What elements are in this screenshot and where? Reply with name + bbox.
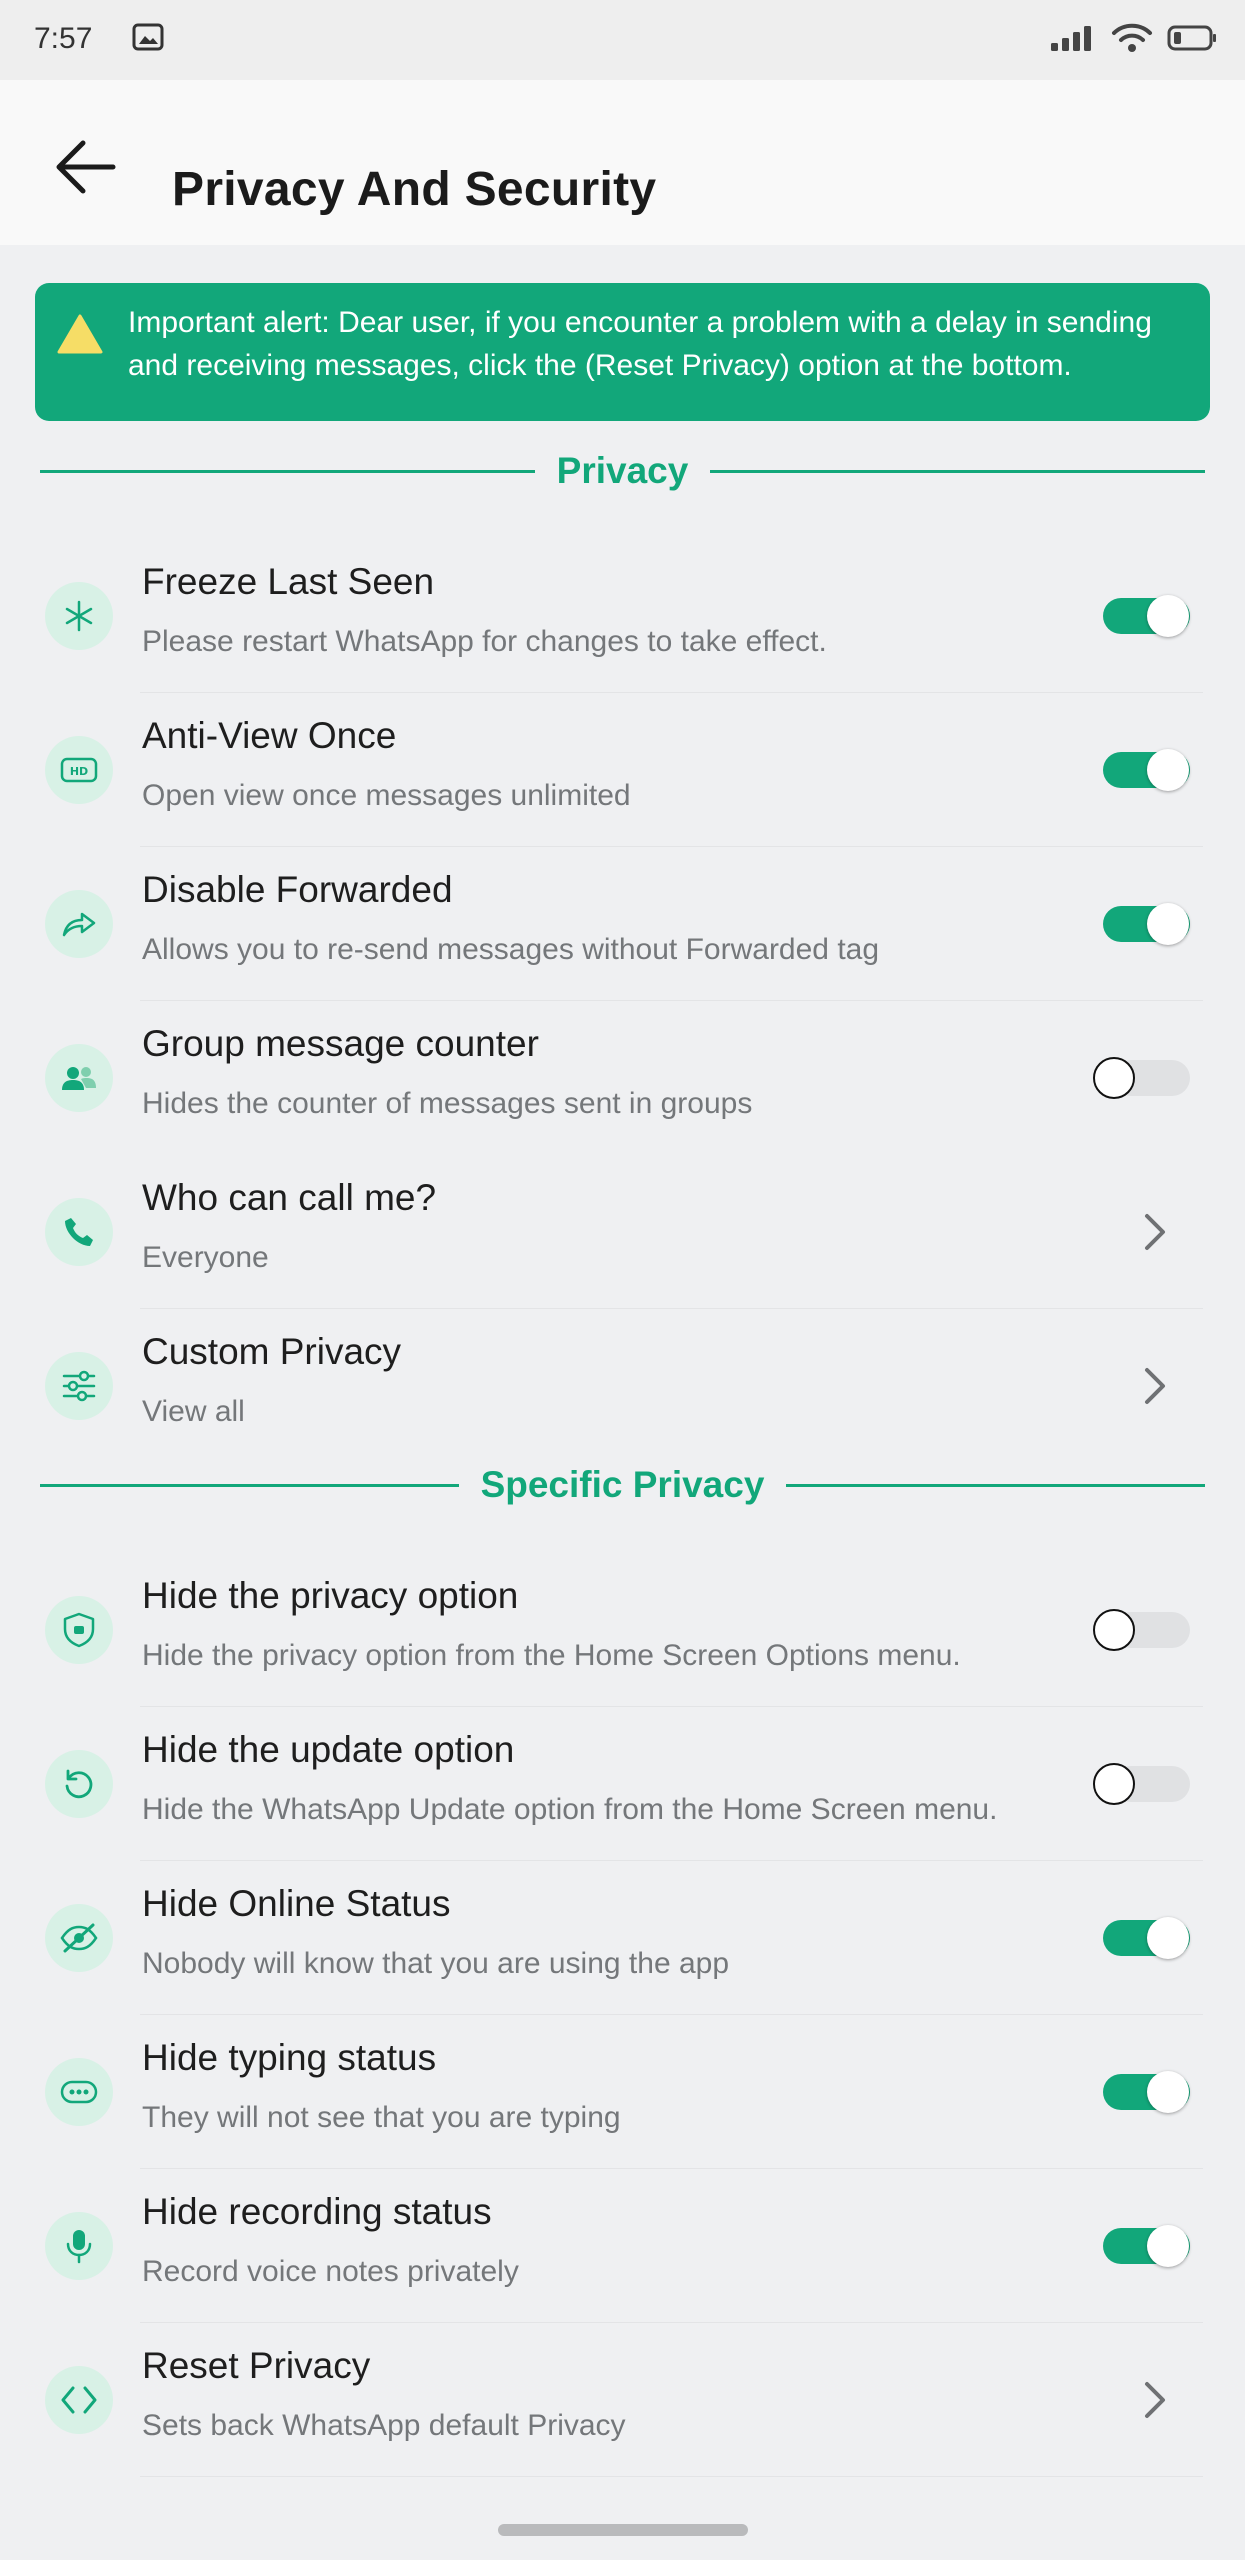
- setting-title: Hide recording status: [142, 2191, 492, 2232]
- setting-title: Who can call me?: [142, 1177, 437, 1218]
- setting-subtitle: They will not see that you are typing: [142, 2101, 621, 2134]
- back-button[interactable]: [50, 132, 120, 202]
- svg-text:HD: HD: [70, 765, 88, 778]
- image-notification-icon: [132, 23, 164, 51]
- setting-subtitle: Record voice notes privately: [142, 2255, 519, 2288]
- eye-off-icon: [60, 1923, 98, 1953]
- setting-title: Custom Privacy: [142, 1331, 402, 1372]
- app-bar: Privacy And Security: [0, 80, 1245, 245]
- setting-subtitle: Hide the privacy option from the Home Sc…: [142, 1639, 961, 1672]
- shield-icon: [63, 1612, 95, 1648]
- setting-subtitle: Please restart WhatsApp for changes to t…: [142, 625, 827, 658]
- hide-privacy-option-toggle[interactable]: [1093, 1609, 1190, 1651]
- setting-row-custom-privacy[interactable]: Custom Privacy View all: [0, 1309, 1245, 1463]
- section-header-privacy: Privacy: [40, 443, 1205, 499]
- setting-title: Hide the update option: [142, 1729, 515, 1770]
- setting-subtitle: Sets back WhatsApp default Privacy: [142, 2409, 626, 2442]
- important-alert-banner: Important alert: Dear user, if you encou…: [35, 283, 1210, 421]
- setting-title: Reset Privacy: [142, 2345, 371, 2386]
- setting-subtitle: Hide the WhatsApp Update option from the…: [142, 1793, 998, 1826]
- wifi-icon: [1112, 23, 1152, 52]
- hide-recording-status-toggle[interactable]: [1103, 2225, 1190, 2267]
- page-title: Privacy And Security: [172, 163, 657, 216]
- chevron-right-icon: [1145, 1214, 1165, 1250]
- section-header-specific-privacy: Specific Privacy: [40, 1457, 1205, 1513]
- status-bar: 7:57: [0, 0, 1245, 80]
- setting-title: Group message counter: [142, 1023, 539, 1064]
- code-brackets-icon: [61, 2386, 97, 2414]
- battery-icon: [1167, 25, 1216, 51]
- status-indicators: [1051, 18, 1217, 58]
- setting-row-freeze-last-seen[interactable]: Freeze Last Seen Please restart WhatsApp…: [0, 539, 1245, 693]
- typing-bubble-icon: [60, 2080, 98, 2104]
- setting-subtitle: Allows you to re-send messages without F…: [142, 933, 880, 966]
- setting-row-hide-privacy-option[interactable]: Hide the privacy option Hide the privacy…: [0, 1553, 1245, 1707]
- warning-icon: [57, 314, 103, 354]
- setting-row-anti-view-once[interactable]: HD Anti-View Once Open view once message…: [0, 693, 1245, 847]
- setting-row-hide-update-option[interactable]: Hide the update option Hide the WhatsApp…: [0, 1707, 1245, 1861]
- refresh-icon: [65, 1769, 93, 1799]
- microphone-icon: [66, 2230, 92, 2264]
- chevron-right-icon: [1145, 1368, 1165, 1404]
- setting-title: Freeze Last Seen: [142, 561, 435, 602]
- setting-subtitle: Everyone: [142, 1241, 269, 1274]
- setting-title: Hide Online Status: [142, 1883, 451, 1924]
- section-title-specific-privacy: Specific Privacy: [458, 1464, 787, 1505]
- group-icon: [62, 1067, 96, 1090]
- setting-title: Anti-View Once: [142, 715, 397, 756]
- setting-row-hide-typing-status[interactable]: Hide typing status They will not see tha…: [0, 2015, 1245, 2169]
- snowflake-icon: [65, 600, 93, 632]
- setting-title: Hide the privacy option: [142, 1575, 519, 1616]
- signal-icon: [1051, 26, 1091, 51]
- setting-row-who-can-call[interactable]: Who can call me? Everyone: [0, 1155, 1245, 1309]
- setting-row-reset-privacy[interactable]: Reset Privacy Sets back WhatsApp default…: [0, 2323, 1245, 2477]
- setting-row-hide-recording-status[interactable]: Hide recording status Record voice notes…: [0, 2169, 1245, 2323]
- chevron-right-icon: [1145, 2382, 1165, 2418]
- hide-typing-status-toggle[interactable]: [1103, 2071, 1190, 2113]
- setting-subtitle: Hides the counter of messages sent in gr…: [142, 1087, 753, 1120]
- home-indicator[interactable]: [498, 2524, 748, 2536]
- freeze-last-seen-toggle[interactable]: [1103, 595, 1190, 637]
- disable-forwarded-toggle[interactable]: [1103, 903, 1190, 945]
- hd-badge-icon: HD: [60, 757, 98, 783]
- alert-text: Important alert: Dear user, if you encou…: [128, 306, 1152, 382]
- setting-subtitle: Open view once messages unlimited: [142, 779, 631, 812]
- back-arrow-icon: [56, 140, 116, 194]
- hide-online-status-toggle[interactable]: [1103, 1917, 1190, 1959]
- phone-icon: [65, 1218, 93, 1246]
- status-time: 7:57: [34, 22, 93, 55]
- forward-arrow-icon: [62, 912, 96, 937]
- setting-subtitle: View all: [142, 1395, 245, 1428]
- group-message-counter-toggle[interactable]: [1093, 1057, 1190, 1099]
- setting-row-disable-forwarded[interactable]: Disable Forwarded Allows you to re-send …: [0, 847, 1245, 1001]
- anti-view-once-toggle[interactable]: [1103, 749, 1190, 791]
- setting-row-hide-online-status[interactable]: Hide Online Status Nobody will know that…: [0, 1861, 1245, 2015]
- hide-update-option-toggle[interactable]: [1093, 1763, 1190, 1805]
- setting-row-group-message-counter[interactable]: Group message counter Hides the counter …: [0, 1001, 1245, 1155]
- setting-title: Disable Forwarded: [142, 869, 453, 910]
- section-title-privacy: Privacy: [534, 450, 711, 491]
- setting-title: Hide typing status: [142, 2037, 437, 2078]
- sliders-icon: [62, 1370, 96, 1402]
- setting-subtitle: Nobody will know that you are using the …: [142, 1947, 730, 1980]
